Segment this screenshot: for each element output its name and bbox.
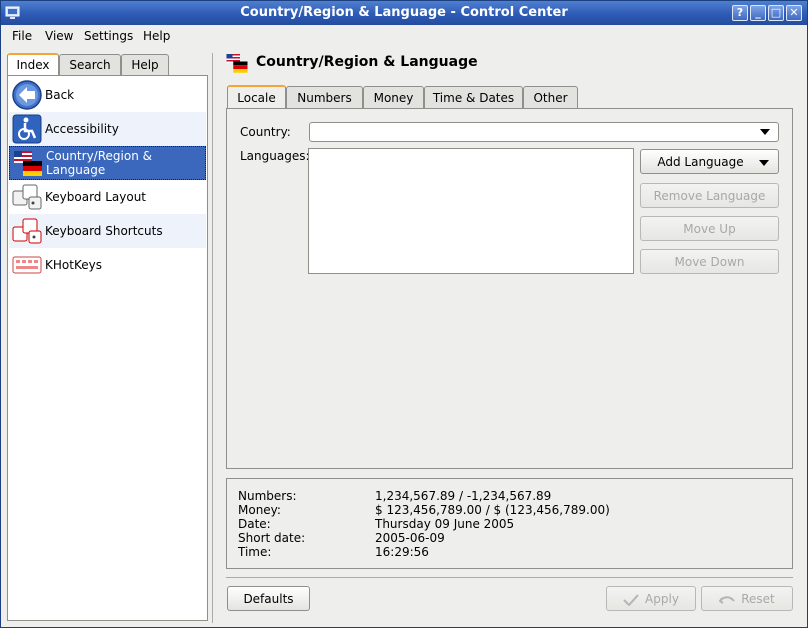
divider [226, 577, 793, 578]
preview-money-label: Money: [238, 503, 281, 517]
tab-money[interactable]: Money [363, 86, 424, 110]
undo-icon [719, 595, 736, 604]
keyboard-icon [12, 184, 42, 210]
checkmark-icon [623, 593, 639, 606]
country-combo[interactable] [309, 122, 779, 142]
module-khotkeys[interactable]: KHotKeys [9, 248, 206, 282]
title-bar[interactable]: Country/Region & Language - Control Cent… [1, 1, 807, 25]
module-label: Back [45, 88, 75, 102]
tab-index[interactable]: Index [7, 53, 59, 76]
module-country-region-language[interactable]: Country/Region & Language [9, 146, 206, 180]
module-label: Country/Region & Language [46, 149, 152, 177]
module-keyboard-layout[interactable]: Keyboard Layout [9, 180, 206, 214]
module-keyboard-shortcuts[interactable]: Keyboard Shortcuts [9, 214, 206, 248]
reset-button[interactable]: Reset [701, 586, 793, 611]
tab-numbers[interactable]: Numbers [286, 86, 363, 110]
window-title: Country/Region & Language - Control Cent… [240, 5, 568, 20]
module-label: Keyboard Shortcuts [45, 224, 163, 238]
languages-label: Languages: [240, 149, 310, 163]
preview-numbers-label: Numbers: [238, 489, 297, 503]
preview-date-label: Date: [238, 517, 271, 531]
defaults-button[interactable]: Defaults [227, 586, 310, 611]
tab-locale[interactable]: Locale [227, 85, 286, 110]
move-down-button[interactable]: Move Down [640, 249, 779, 274]
country-label: Country: [240, 125, 291, 139]
tab-help[interactable]: Help [121, 54, 169, 76]
preview-numbers-value: 1,234,567.89 / -1,234,567.89 [375, 489, 552, 503]
minimize-icon[interactable]: _ [750, 5, 766, 21]
tab-search[interactable]: Search [59, 54, 121, 76]
preview-short-date-label: Short date: [238, 531, 306, 545]
apply-button[interactable]: Apply [606, 586, 696, 611]
control-center-window: Country/Region & Language - Control Cent… [0, 0, 808, 628]
module-label: Keyboard Layout [45, 190, 147, 204]
reset-label: Reset [741, 592, 775, 606]
menu-view[interactable]: View [45, 29, 73, 43]
menu-settings[interactable]: Settings [84, 29, 133, 43]
languages-list[interactable] [308, 148, 634, 274]
apply-label: Apply [645, 592, 679, 606]
menu-file[interactable]: File [12, 29, 32, 43]
preview-date-value: Thursday 09 June 2005 [375, 517, 515, 531]
add-language-label: Add Language [657, 155, 744, 169]
panel-splitter[interactable] [210, 53, 216, 623]
flags-icon [226, 54, 248, 73]
back-arrow-icon [12, 80, 42, 110]
help-icon[interactable]: ? [732, 5, 748, 21]
add-language-button[interactable]: Add Language [640, 149, 779, 174]
menu-bar: File View Settings Help [1, 25, 807, 47]
preview-time-value: 16:29:56 [375, 545, 429, 559]
module-accessibility[interactable]: Accessibility [9, 112, 206, 146]
wheelchair-icon [12, 114, 42, 144]
chevron-down-icon [759, 160, 769, 166]
tab-time-dates[interactable]: Time & Dates [424, 86, 523, 110]
remove-language-button[interactable]: Remove Language [640, 183, 779, 208]
preview-money-value: $ 123,456,789.00 / $ (123,456,789.00) [375, 503, 610, 517]
tab-other[interactable]: Other [523, 86, 578, 110]
keyboard-shortcut-icon [12, 218, 42, 244]
chevron-down-icon [760, 129, 770, 135]
menu-help[interactable]: Help [143, 29, 170, 43]
flags-icon [14, 151, 42, 176]
page-title: Country/Region & Language [256, 54, 478, 70]
hotkeys-icon [12, 256, 42, 274]
module-label: KHotKeys [45, 258, 102, 272]
module-label: Accessibility [45, 122, 119, 136]
module-back[interactable]: Back [9, 78, 206, 112]
maximize-icon[interactable]: □ [768, 5, 784, 21]
module-list: Back Accessibility Country/Region & Lang… [7, 75, 208, 621]
move-up-button[interactable]: Move Up [640, 216, 779, 241]
preview-time-label: Time: [238, 545, 272, 559]
preview-short-date-value: 2005-06-09 [375, 531, 445, 545]
close-icon[interactable]: ✕ [786, 5, 802, 21]
